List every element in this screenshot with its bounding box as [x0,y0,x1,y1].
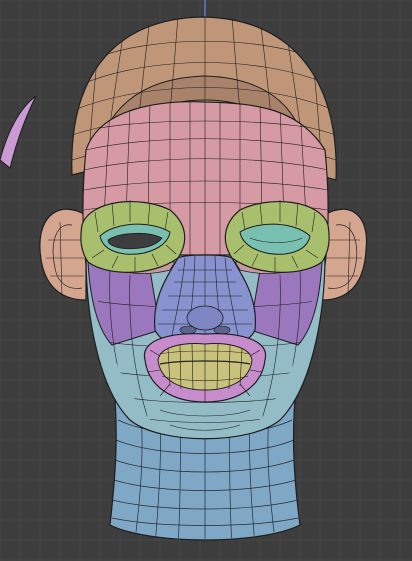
right-ear [321,208,368,301]
left-nostril [179,325,197,335]
right-eye-region [224,200,330,273]
left-ear [39,208,87,301]
left-eye-region [80,200,186,273]
offscreen-object-fragment [0,95,37,169]
right-nostril [213,325,231,335]
head-mesh[interactable] [0,0,412,561]
3d-viewport[interactable] [0,0,412,561]
